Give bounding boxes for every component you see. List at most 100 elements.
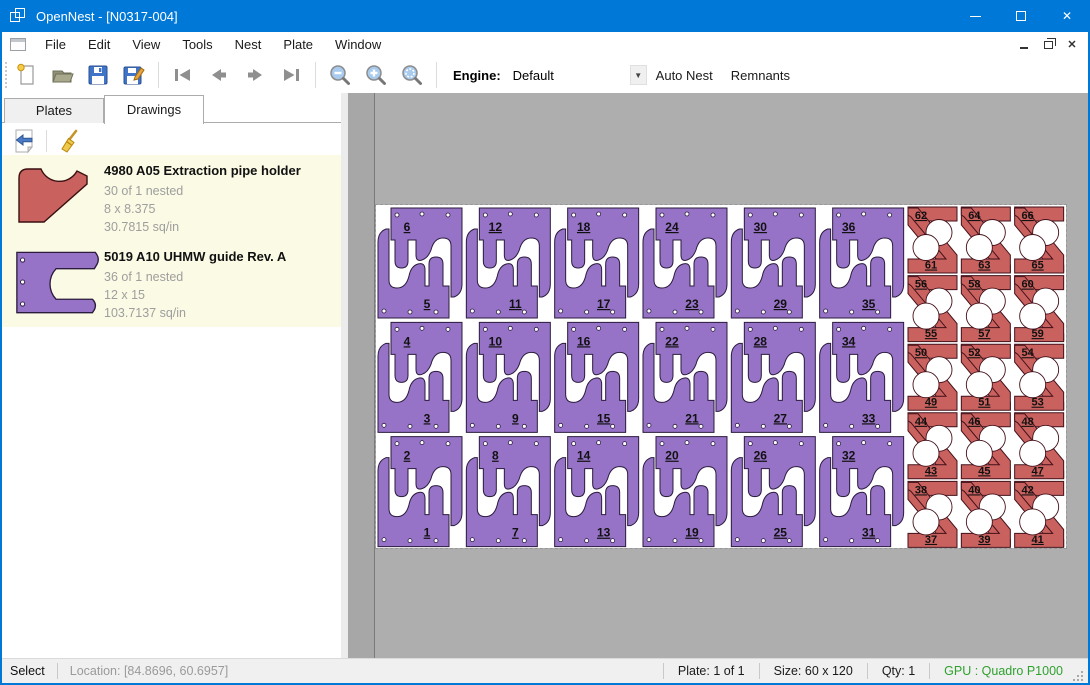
- red-part-pair[interactable]: 6463: [961, 207, 1010, 273]
- return-part-button[interactable]: [10, 127, 40, 155]
- remnants-button[interactable]: Remnants: [722, 62, 799, 89]
- svg-text:65: 65: [1032, 260, 1044, 272]
- new-button[interactable]: [8, 59, 44, 91]
- svg-text:14: 14: [577, 449, 591, 463]
- tab-plates[interactable]: Plates: [4, 98, 104, 123]
- red-part-pair[interactable]: 4847: [1015, 413, 1064, 479]
- red-part-pair[interactable]: 5049: [908, 344, 957, 410]
- minimize-button[interactable]: [952, 0, 998, 32]
- auto-nest-button[interactable]: Auto Nest: [647, 62, 722, 89]
- purple-part-pair[interactable]: 43: [378, 322, 462, 432]
- purple-part-pair[interactable]: 21: [378, 437, 462, 547]
- open-button[interactable]: [44, 59, 80, 91]
- svg-text:16: 16: [577, 334, 591, 348]
- red-part-pair[interactable]: 6665: [1015, 207, 1064, 273]
- menu-window[interactable]: Window: [324, 33, 392, 56]
- zoom-in-button[interactable]: [358, 59, 394, 91]
- status-qty: Qty: 1: [868, 664, 929, 678]
- purple-part-pair[interactable]: 3433: [820, 322, 904, 432]
- svg-text:25: 25: [774, 526, 788, 540]
- svg-text:24: 24: [665, 220, 679, 234]
- red-part-pair[interactable]: 4039: [961, 481, 1010, 547]
- purple-part-pair[interactable]: 2221: [643, 322, 727, 432]
- maximize-button[interactable]: [998, 0, 1044, 32]
- red-part-pair[interactable]: 5453: [1015, 344, 1064, 410]
- previous-plate-button[interactable]: [201, 59, 237, 91]
- svg-text:55: 55: [925, 328, 937, 340]
- plate[interactable]: 6512111817242330293635431091615222128273…: [376, 205, 1066, 548]
- red-part-pair[interactable]: 4241: [1015, 481, 1064, 547]
- zoom-fit-button[interactable]: [394, 59, 430, 91]
- engine-label: Engine:: [453, 68, 501, 83]
- save-button[interactable]: [80, 59, 116, 91]
- menu-bar: File Edit View Tools Nest Plate Window ✕: [2, 32, 1088, 57]
- red-part-pair[interactable]: 3837: [908, 481, 957, 547]
- red-part-pair[interactable]: 6059: [1015, 276, 1064, 342]
- clear-button[interactable]: [55, 127, 85, 155]
- save-as-button[interactable]: [116, 59, 152, 91]
- svg-text:4: 4: [404, 334, 411, 348]
- last-arrow-icon: [280, 67, 302, 83]
- purple-part-pair[interactable]: 65: [378, 208, 462, 318]
- purple-part-pair[interactable]: 3029: [731, 208, 815, 318]
- chevron-down-icon[interactable]: ▼: [630, 65, 647, 85]
- red-part-pair[interactable]: 5251: [961, 344, 1010, 410]
- svg-text:21: 21: [685, 411, 699, 425]
- svg-text:13: 13: [597, 526, 611, 540]
- zoom-out-button[interactable]: [322, 59, 358, 91]
- purple-part-pair[interactable]: 2423: [643, 208, 727, 318]
- menu-nest[interactable]: Nest: [224, 33, 273, 56]
- last-plate-button[interactable]: [273, 59, 309, 91]
- svg-text:2: 2: [404, 449, 411, 463]
- opennest-window: OpenNest - [N0317-004] ✕ File Edit View …: [0, 0, 1090, 685]
- svg-text:32: 32: [842, 449, 856, 463]
- red-part-pair[interactable]: 4645: [961, 413, 1010, 479]
- purple-part-pair[interactable]: 1615: [555, 322, 639, 432]
- drawing-list-item[interactable]: 5019 A10 UHMW guide Rev. A 36 of 1 neste…: [2, 241, 341, 327]
- svg-text:59: 59: [1032, 328, 1044, 340]
- svg-text:27: 27: [774, 411, 788, 425]
- close-button[interactable]: ✕: [1044, 0, 1090, 32]
- purple-part-pair[interactable]: 3635: [820, 208, 904, 318]
- menu-edit[interactable]: Edit: [77, 33, 121, 56]
- menu-tools[interactable]: Tools: [171, 33, 223, 56]
- red-part-pair[interactable]: 56 55: [908, 276, 957, 342]
- svg-text:53: 53: [1032, 397, 1044, 409]
- nest-canvas[interactable]: 6512111817242330293635431091615222128273…: [374, 93, 1088, 658]
- svg-text:7: 7: [512, 526, 519, 540]
- purple-part-pair[interactable]: 1211: [466, 208, 550, 318]
- svg-text:6: 6: [404, 220, 411, 234]
- engine-combobox[interactable]: Default ▼: [509, 63, 647, 87]
- purple-part-pair[interactable]: 87: [466, 437, 550, 547]
- status-plate: Plate: 1 of 1: [664, 664, 759, 678]
- menu-plate[interactable]: Plate: [272, 33, 324, 56]
- svg-text:15: 15: [597, 411, 611, 425]
- purple-part-pair[interactable]: 2019: [643, 437, 727, 547]
- tab-drawings[interactable]: Drawings: [104, 95, 204, 124]
- purple-part-pair[interactable]: 3231: [820, 437, 904, 547]
- purple-part-pair[interactable]: 2827: [731, 322, 815, 432]
- purple-part-pair[interactable]: 14 13: [555, 437, 639, 547]
- red-part-pair[interactable]: 4443: [908, 413, 957, 479]
- purple-part-pair[interactable]: 1817: [555, 208, 639, 318]
- menu-view[interactable]: View: [121, 33, 171, 56]
- mdi-close-button[interactable]: ✕: [1062, 36, 1082, 54]
- drawing-list-item[interactable]: 4980 A05 Extraction pipe holder 30 of 1 …: [2, 155, 341, 241]
- red-part-pair[interactable]: 6261: [908, 207, 957, 273]
- red-part-pair[interactable]: 5857: [961, 276, 1010, 342]
- first-plate-button[interactable]: [165, 59, 201, 91]
- svg-text:56: 56: [915, 279, 927, 291]
- new-file-icon: [14, 63, 38, 87]
- next-plate-button[interactable]: [237, 59, 273, 91]
- drawing-size: 12 x 15: [104, 286, 286, 304]
- purple-part-pair[interactable]: 2625: [731, 437, 815, 547]
- purple-part-pair[interactable]: 109: [466, 322, 550, 432]
- mdi-restore-button[interactable]: [1038, 36, 1058, 54]
- document-icon[interactable]: [10, 38, 26, 51]
- zoom-in-icon: [364, 63, 388, 87]
- drawing-area: 30.7815 sq/in: [104, 218, 301, 236]
- resize-grip[interactable]: [1073, 671, 1085, 683]
- menu-file[interactable]: File: [34, 33, 77, 56]
- mdi-minimize-button[interactable]: [1014, 36, 1034, 54]
- mdi-minimize-icon: [1020, 47, 1028, 49]
